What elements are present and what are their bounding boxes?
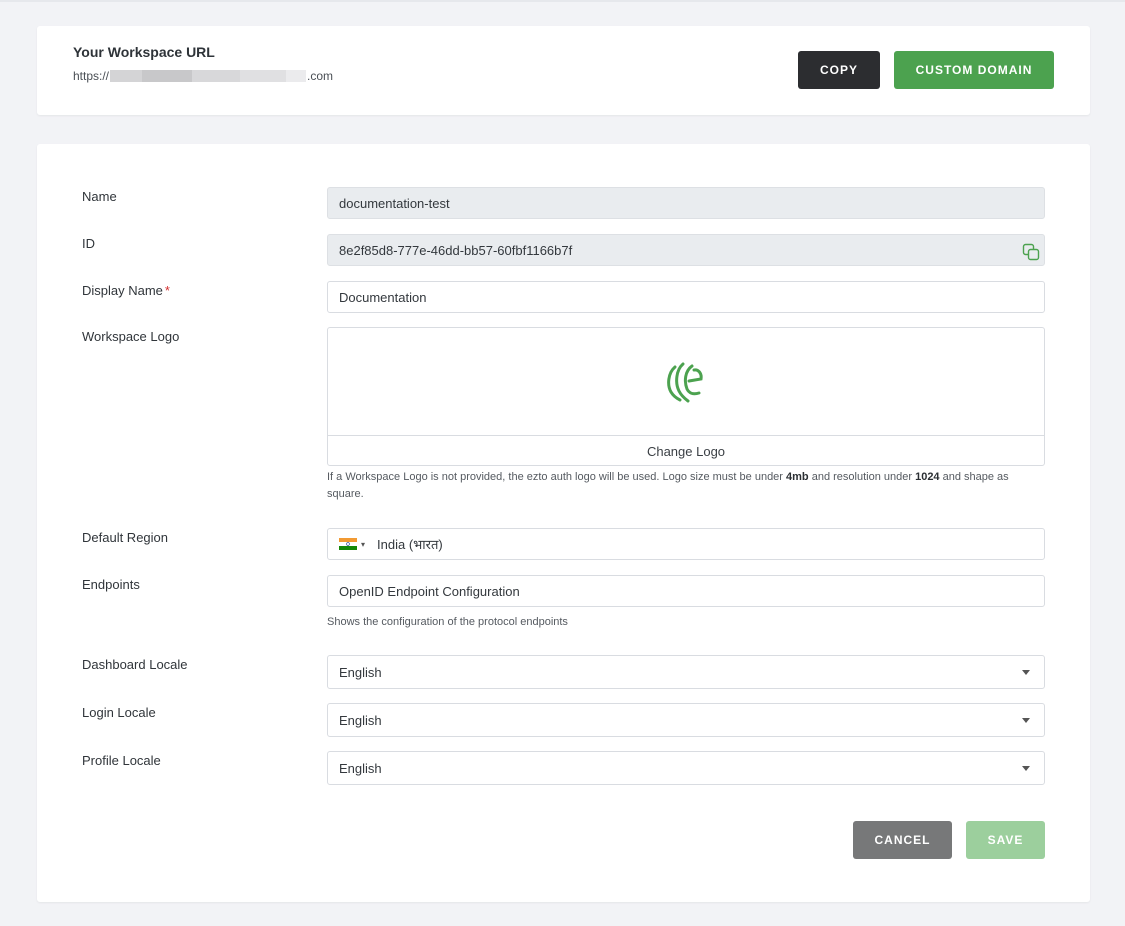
default-region-value: India (भारत): [377, 537, 443, 552]
ezto-auth-logo-icon: [665, 359, 705, 404]
logo-hint-size: 4mb: [786, 471, 809, 483]
chevron-down-icon: [1022, 670, 1030, 675]
endpoints-hint: Shows the configuration of the protocol …: [327, 616, 568, 628]
default-region-input[interactable]: ▾ India (भारत): [327, 528, 1045, 560]
display-name-input[interactable]: Documentation: [327, 281, 1045, 313]
logo-hint-prefix: If a Workspace Logo is not provided, the…: [327, 471, 787, 483]
india-flag-icon[interactable]: [339, 538, 357, 550]
display-name-label-text: Display Name: [82, 283, 163, 298]
profile-locale-label: Profile Locale: [82, 753, 161, 768]
logo-hint-resolution: 1024: [915, 471, 940, 483]
endpoints-label: Endpoints: [82, 577, 140, 592]
custom-domain-button[interactable]: CUSTOM DOMAIN: [894, 51, 1054, 89]
id-field: 8e2f85d8-777e-46dd-bb57-60fbf1166b7f: [327, 234, 1045, 266]
dashboard-locale-label: Dashboard Locale: [82, 657, 188, 672]
workspace-url-card: Your Workspace URL https:// .com COPY CU…: [37, 26, 1090, 115]
top-divider: [0, 0, 1125, 2]
logo-hint-middle: and resolution under: [808, 471, 916, 483]
flag-dropdown-caret-icon[interactable]: ▾: [361, 540, 365, 549]
display-name-label: Display Name *: [82, 283, 170, 298]
cancel-button[interactable]: CANCEL: [853, 821, 952, 859]
dashboard-locale-select[interactable]: English: [327, 655, 1045, 689]
login-locale-select[interactable]: English: [327, 703, 1045, 737]
copy-icon[interactable]: [1022, 243, 1040, 261]
chevron-down-icon: [1022, 766, 1030, 771]
profile-locale-value: English: [339, 760, 382, 776]
required-asterisk: *: [164, 283, 170, 298]
redacted-url-mask: [110, 70, 307, 82]
workspace-logo-hint: If a Workspace Logo is not provided, the…: [327, 469, 1047, 503]
id-label: ID: [82, 236, 95, 251]
workspace-url-suffix: .com: [307, 69, 334, 83]
id-value: 8e2f85d8-777e-46dd-bb57-60fbf1166b7f: [339, 242, 573, 258]
workspace-logo-label: Workspace Logo: [82, 329, 180, 344]
workspace-url-value: https:// .com: [73, 69, 333, 83]
workspace-url-title: Your Workspace URL: [73, 44, 215, 60]
change-logo-button[interactable]: Change Logo: [328, 436, 1044, 466]
workspace-url-prefix: https://: [73, 69, 110, 83]
name-label: Name: [82, 189, 117, 204]
login-locale-label: Login Locale: [82, 705, 156, 720]
dashboard-locale-value: English: [339, 664, 382, 680]
login-locale-value: English: [339, 712, 382, 728]
endpoints-field[interactable]: OpenID Endpoint Configuration: [327, 575, 1045, 607]
copy-url-button[interactable]: COPY: [798, 51, 880, 89]
chevron-down-icon: [1022, 718, 1030, 723]
save-button[interactable]: SAVE: [966, 821, 1045, 859]
name-field: documentation-test: [327, 187, 1045, 219]
workspace-logo-uploader: Change Logo: [327, 327, 1045, 466]
default-region-label: Default Region: [82, 530, 168, 545]
profile-locale-select[interactable]: English: [327, 751, 1045, 785]
workspace-settings-form: Name documentation-test ID 8e2f85d8-777e…: [37, 144, 1090, 902]
